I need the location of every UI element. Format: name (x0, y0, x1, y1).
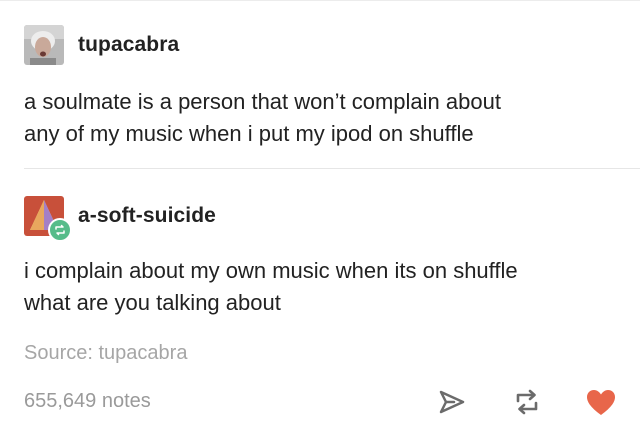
avatar[interactable] (24, 25, 64, 65)
avatar-wrapper (24, 196, 72, 242)
reblog-icon[interactable] (510, 386, 544, 418)
top-divider (0, 0, 640, 1)
original-post-text: a soulmate is a person that won’t compla… (24, 89, 501, 146)
username[interactable]: tupacabra (78, 33, 179, 57)
username[interactable]: a-soft-suicide (78, 204, 216, 228)
reblog-text: i complain about my own music when its o… (24, 258, 518, 315)
heart-icon[interactable] (584, 386, 618, 418)
notes-count[interactable]: 655,649 notes (24, 390, 151, 413)
reblog-badge-icon (48, 218, 72, 242)
source-link[interactable]: Source: tupacabra (24, 342, 187, 365)
reblog-header: a-soft-suicide (24, 196, 216, 242)
reblog-divider (24, 168, 640, 169)
paper-plane-icon[interactable] (436, 386, 468, 418)
original-post-header: tupacabra (24, 25, 179, 65)
